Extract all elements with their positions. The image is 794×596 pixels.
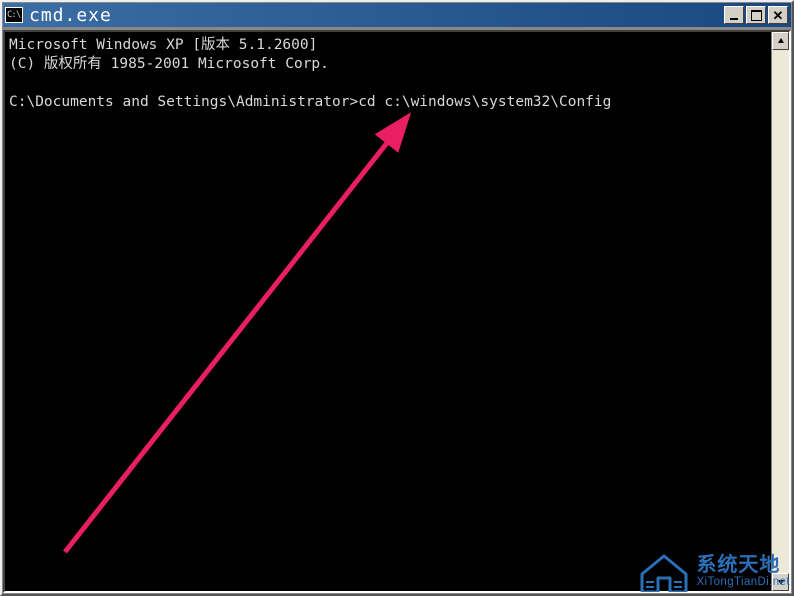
chevron-up-icon bbox=[777, 37, 785, 45]
title-bar: C:\ cmd.exe ✕ bbox=[3, 3, 791, 27]
vertical-scrollbar[interactable] bbox=[771, 32, 789, 591]
scroll-track[interactable] bbox=[772, 50, 789, 573]
window-title: cmd.exe bbox=[29, 5, 724, 26]
scroll-down-button[interactable] bbox=[772, 573, 789, 591]
prompt: C:\Documents and Settings\Administrator> bbox=[9, 94, 358, 110]
output-line: (C) 版权所有 1985-2001 Microsoft Corp. bbox=[9, 56, 329, 72]
app-icon: C:\ bbox=[5, 7, 23, 23]
close-button[interactable]: ✕ bbox=[768, 6, 788, 24]
terminal-output[interactable]: Microsoft Windows XP [版本 5.1.2600] (C) 版… bbox=[5, 32, 771, 591]
output-line: Microsoft Windows XP [版本 5.1.2600] bbox=[9, 37, 317, 53]
window-controls: ✕ bbox=[724, 6, 788, 24]
scroll-up-button[interactable] bbox=[772, 32, 789, 50]
chevron-down-icon bbox=[777, 578, 785, 586]
terminal-area: Microsoft Windows XP [版本 5.1.2600] (C) 版… bbox=[3, 30, 791, 593]
maximize-button[interactable] bbox=[746, 6, 766, 24]
command-input: cd c:\windows\system32\Config bbox=[358, 94, 611, 110]
arrow-annotation-icon bbox=[5, 32, 771, 591]
minimize-button[interactable] bbox=[724, 6, 744, 24]
